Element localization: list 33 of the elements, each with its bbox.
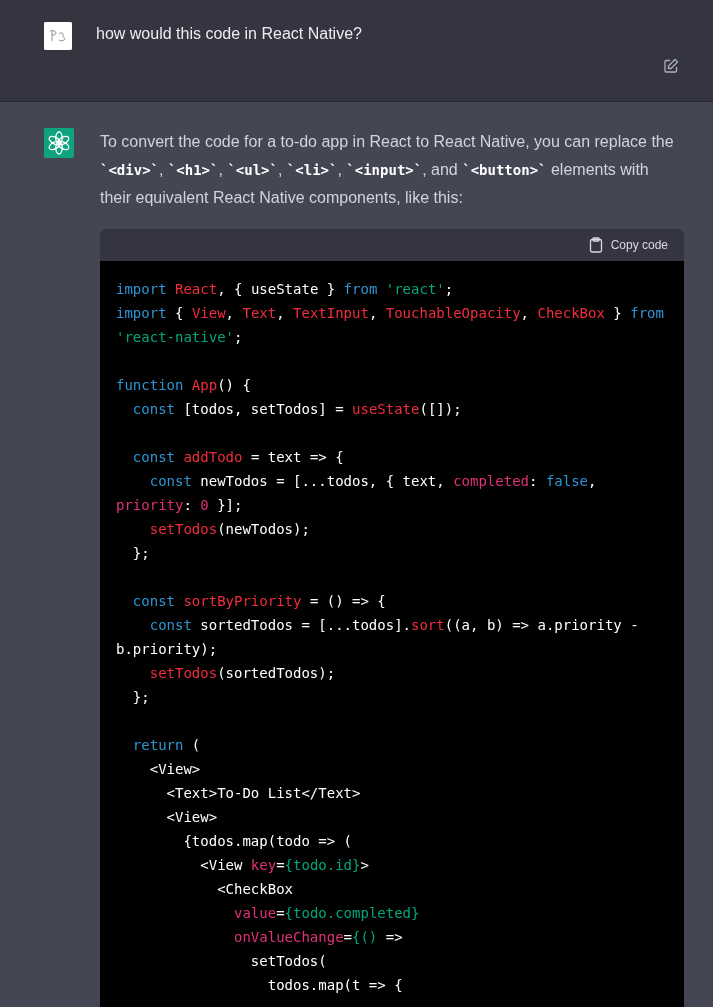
code-line: setTodos( <box>249 952 328 971</box>
code-line: {todos.map(todo => ( <box>182 832 353 851</box>
code-line: }; <box>131 688 151 707</box>
code-line: return ( <box>131 736 202 755</box>
code-line: todos.map(t => { <box>266 976 404 995</box>
code-line: <View> <box>148 760 202 779</box>
code-line: import { View, Text, TextInput, TouchableOpacity, CheckBox } from <box>116 304 665 323</box>
copy-code-button[interactable]: Copy code <box>588 237 668 253</box>
user-message: how would this code in React Native? <box>96 24 362 44</box>
code-line: const [todos, setTodos] = useState([]); <box>131 400 463 419</box>
code-line: }; <box>131 544 151 563</box>
clipboard-icon <box>588 237 603 253</box>
code-line: <Text>To-Do List</Text> <box>165 784 362 803</box>
code-line: const newTodos = [...todos, { text, completed: false, <box>148 472 598 491</box>
code-line: const addTodo = text => { <box>131 448 345 467</box>
code-line: onValueChange={() => <box>233 928 404 947</box>
edit-icon[interactable] <box>663 58 679 74</box>
code-line: b.priority); <box>116 640 219 659</box>
code-line: import React, { useState } from 'react'; <box>116 280 455 299</box>
assistant-avatar <box>44 128 74 158</box>
code-line: value={todo.completed} <box>233 904 421 923</box>
code-line: setTodos(sortedTodos); <box>148 664 337 683</box>
code-line: <View key={todo.id}> <box>199 856 370 875</box>
code-line: const sortByPriority = () => { <box>131 592 387 611</box>
answer-paragraph: To convert the code for a to-do app in React to React Native, you can replace the `<div>`, `<h1>`, `<ul>`, `<li>`, `<input>`, and `<button>` elements with their equivalent React Native components, like this: <box>100 132 675 208</box>
code-line: const sortedTodos = [...todos].sort((a, b) => a.priority - <box>148 616 640 635</box>
code-line: setTodos(newTodos); <box>148 520 311 539</box>
code-line: function App() { <box>116 376 252 395</box>
code-line: 'react-native'; <box>116 328 244 347</box>
code-line: priority: 0 }]; <box>116 496 244 515</box>
user-avatar <box>44 22 72 50</box>
code-line: <CheckBox <box>216 880 294 899</box>
code-line: <View> <box>165 808 219 827</box>
